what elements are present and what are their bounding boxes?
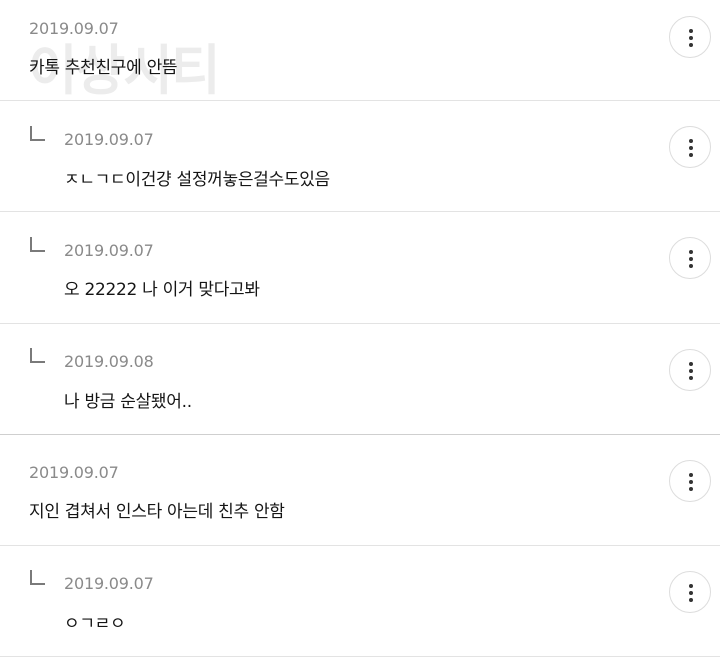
more-options-button[interactable] xyxy=(669,237,711,279)
comment-date: 2019.09.07 xyxy=(64,574,154,593)
reply-item: 2019.09.07 ㅇㄱㄹㅇ xyxy=(0,546,720,656)
comment-text: ㅈㄴㄱㄷ이건걍 설정꺼놓은걸수도있음 xyxy=(64,170,330,190)
comment-text: 카톡 추천친구에 안뜸 xyxy=(29,58,178,78)
reply-item: 2019.09.07 오 22222 나 이거 맞다고봐 xyxy=(0,212,720,323)
more-options-button[interactable] xyxy=(669,16,711,58)
comment-item: 이상시티 2019.09.07 카톡 추천친구에 안뜸 xyxy=(0,0,720,102)
more-options-button[interactable] xyxy=(669,349,711,391)
comment-text: ㅇㄱㄹㅇ xyxy=(64,614,126,634)
reply-arrow-icon xyxy=(30,348,45,363)
more-options-button[interactable] xyxy=(669,571,711,613)
comment-date: 2019.09.07 xyxy=(64,130,154,149)
comment-text: 오 22222 나 이거 맞다고봐 xyxy=(64,280,260,300)
reply-arrow-icon xyxy=(30,126,45,141)
comment-date: 2019.09.07 xyxy=(29,463,119,482)
comment-text: 지인 겹쳐서 인스타 아는데 친추 안함 xyxy=(29,502,285,522)
more-options-button[interactable] xyxy=(669,126,711,168)
reply-arrow-icon xyxy=(30,570,45,585)
comment-item: 2019.09.07 지인 겹쳐서 인스타 아는데 친추 안함 xyxy=(0,435,720,545)
more-options-button[interactable] xyxy=(669,460,711,502)
reply-item: 2019.09.08 나 방금 순살됐어.. xyxy=(0,324,720,434)
reply-item: 2019.09.07 ㅈㄴㄱㄷ이건걍 설정꺼놓은걸수도있음 xyxy=(0,101,720,211)
comment-date: 2019.09.07 xyxy=(29,19,119,38)
comment-divider xyxy=(0,656,720,657)
reply-arrow-icon xyxy=(30,237,45,252)
comment-date: 2019.09.07 xyxy=(64,241,154,260)
comment-text: 나 방금 순살됐어.. xyxy=(64,392,192,412)
comment-date: 2019.09.08 xyxy=(64,352,154,371)
